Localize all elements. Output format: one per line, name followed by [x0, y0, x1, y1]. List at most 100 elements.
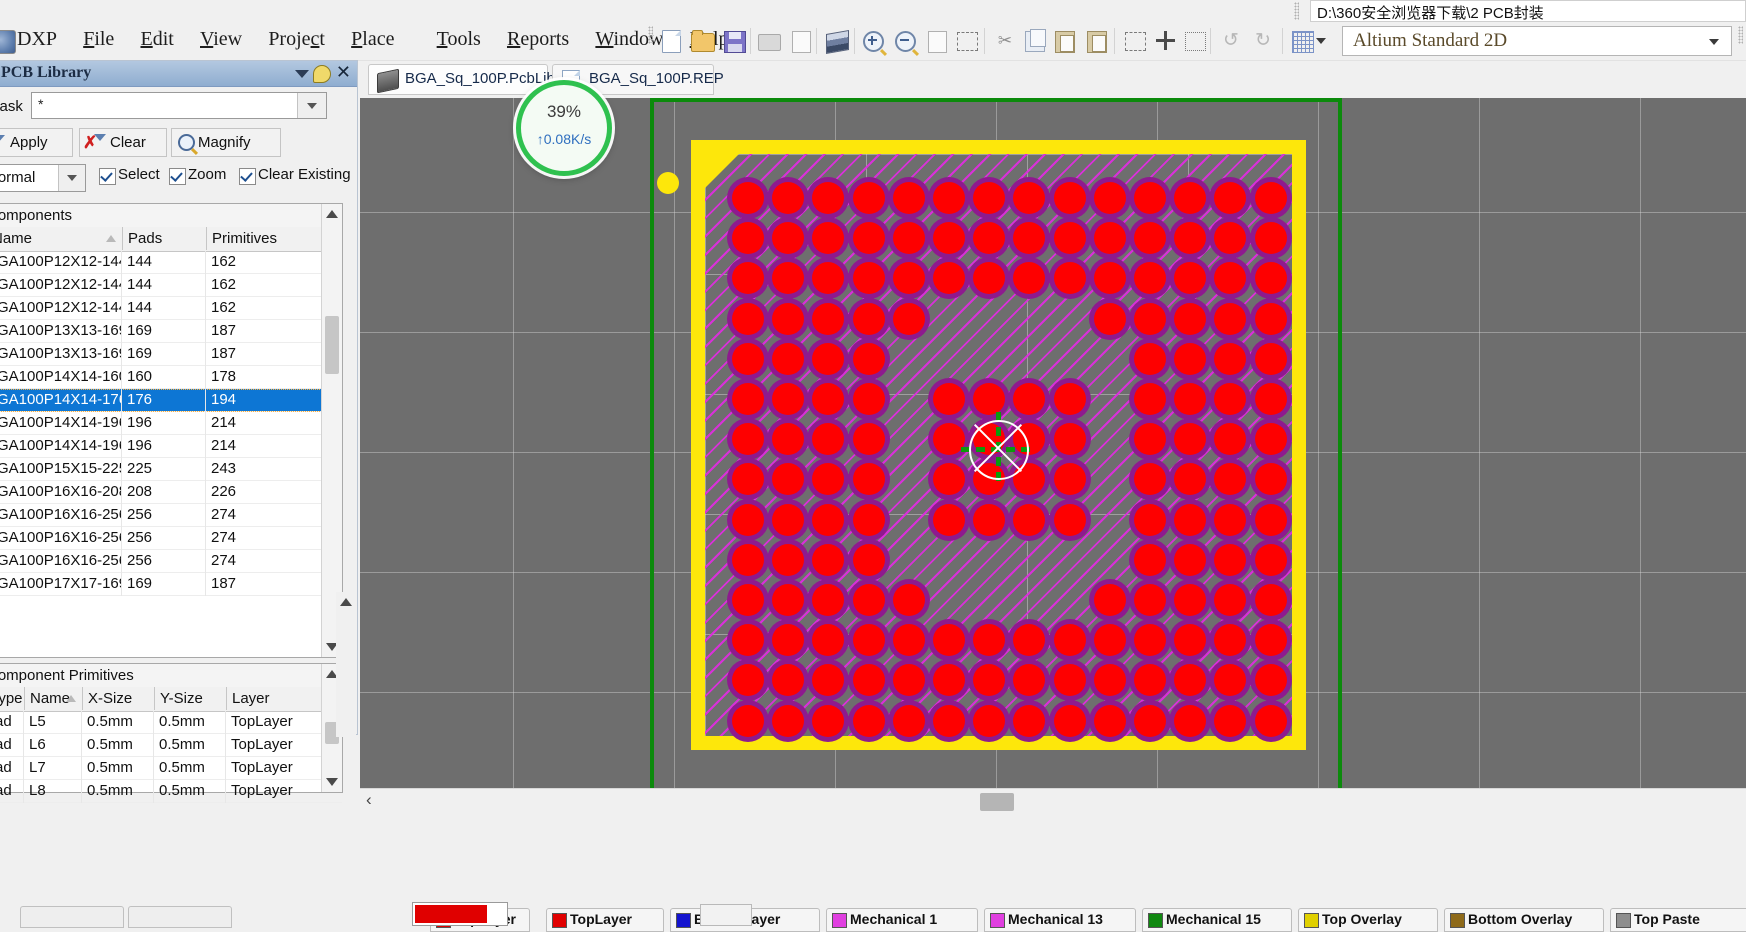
bga-pad[interactable] — [852, 302, 885, 335]
pcb-canvas[interactable] — [360, 98, 1746, 788]
bga-pad[interactable] — [732, 704, 764, 737]
menu-item-project[interactable]: Project — [257, 28, 336, 51]
bga-pad[interactable] — [852, 584, 885, 616]
bga-pad[interactable] — [1053, 664, 1086, 697]
bga-pad[interactable] — [1053, 182, 1086, 214]
menu-item-place[interactable]: Place — [340, 28, 405, 51]
table-row[interactable]: BGA100P12X12-144A 144 162 — [0, 274, 342, 297]
scroll-left-icon[interactable]: ‹ — [366, 790, 372, 810]
bga-pad[interactable] — [1134, 302, 1166, 335]
bga-pad[interactable] — [1254, 262, 1287, 295]
bga-pad[interactable] — [852, 704, 885, 737]
zoom-document-icon[interactable] — [924, 28, 950, 54]
bga-pad[interactable] — [852, 342, 885, 375]
select-mode-combo[interactable]: Normal — [0, 164, 86, 192]
cut-icon[interactable]: ✂ — [992, 28, 1018, 54]
bga-pad[interactable] — [1254, 302, 1287, 335]
layer-tab-top-overlay[interactable]: Top Overlay — [1298, 908, 1438, 932]
table-row[interactable]: BGA100P17X17-169 169 187 — [0, 573, 342, 596]
copy-icon[interactable] — [1022, 28, 1048, 54]
print-icon[interactable] — [756, 28, 782, 54]
bga-pad[interactable] — [933, 624, 965, 657]
grid-dropdown-icon[interactable] — [1314, 28, 1328, 54]
chevron-down-icon[interactable] — [1709, 39, 1719, 45]
bga-pad[interactable] — [772, 182, 805, 214]
paste-icon[interactable] — [1052, 28, 1078, 54]
path-grip-handle[interactable] — [1294, 2, 1299, 20]
bga-pad[interactable] — [732, 624, 764, 657]
bga-pad[interactable] — [852, 182, 885, 214]
bga-pad[interactable] — [1254, 503, 1287, 536]
menu-item-file[interactable]: File — [72, 28, 125, 51]
column-header-layer[interactable]: Layer — [227, 687, 322, 710]
zoom-in-icon[interactable] — [860, 28, 886, 54]
table-row[interactable]: BGA100P14X14-196 196 214 — [0, 412, 342, 435]
bga-pad[interactable] — [1254, 704, 1287, 737]
bga-pad[interactable] — [1254, 222, 1287, 255]
toolbar-grip-2[interactable] — [1738, 26, 1743, 44]
bga-pad[interactable] — [772, 302, 805, 335]
bga-pad[interactable] — [1174, 704, 1207, 737]
bga-pad[interactable] — [772, 503, 805, 536]
mask-dropdown-button[interactable] — [297, 93, 326, 118]
deselect-icon[interactable] — [1182, 28, 1208, 54]
layer-tab-toplayer[interactable]: TopLayer — [546, 908, 664, 932]
bga-pad[interactable] — [812, 543, 845, 576]
column-header-prim-name[interactable]: Name — [25, 687, 83, 710]
clear-button[interactable]: ✗ Clear — [79, 128, 167, 157]
bga-pad[interactable] — [892, 664, 925, 697]
save-icon[interactable] — [722, 28, 748, 54]
menu-item-reports[interactable]: Reports — [496, 28, 580, 51]
zoom-area-icon[interactable] — [954, 28, 980, 54]
bga-pad[interactable] — [892, 302, 925, 335]
bga-pad[interactable] — [973, 704, 1006, 737]
bga-pad[interactable] — [1214, 342, 1247, 375]
bga-pad[interactable] — [812, 503, 845, 536]
toolbar-grip-1[interactable] — [648, 26, 653, 44]
print-preview-icon[interactable] — [788, 28, 814, 54]
bga-pad[interactable] — [732, 543, 764, 576]
bga-pad[interactable] — [1093, 182, 1126, 214]
bga-pad[interactable] — [852, 624, 885, 657]
pin-icon[interactable] — [313, 65, 331, 83]
bga-pad[interactable] — [1053, 624, 1086, 657]
chevron-down-icon[interactable] — [58, 165, 85, 191]
bga-pad[interactable] — [1134, 543, 1166, 576]
bga-pad[interactable] — [933, 182, 965, 214]
bga-pad[interactable] — [772, 342, 805, 375]
column-header-type[interactable]: Type — [0, 687, 25, 710]
bga-pad[interactable] — [1214, 543, 1247, 576]
bga-pad[interactable] — [933, 503, 965, 536]
bga-pad[interactable] — [1134, 584, 1166, 616]
bga-pad[interactable] — [852, 423, 885, 456]
bga-pad[interactable] — [1174, 182, 1207, 214]
bga-pad[interactable] — [1093, 222, 1126, 255]
menu-item-tools[interactable]: Tools — [426, 28, 492, 51]
bga-pad[interactable] — [772, 543, 805, 576]
bga-pad[interactable] — [1254, 182, 1287, 214]
bga-pad[interactable] — [732, 383, 764, 415]
bga-pad[interactable] — [1254, 423, 1287, 456]
bga-pad[interactable] — [732, 503, 764, 536]
table-row[interactable]: Pad L8 0.5mm 0.5mm TopLayer — [0, 780, 342, 803]
bga-pad[interactable] — [732, 342, 764, 375]
components-scrollbar[interactable] — [321, 204, 342, 657]
bga-pad[interactable] — [1053, 383, 1086, 415]
layer-tab-mechanical-1[interactable]: Mechanical 1 — [826, 908, 978, 932]
bga-pad[interactable] — [1254, 342, 1287, 375]
board-layers-icon[interactable] — [824, 28, 850, 55]
bga-pad[interactable] — [892, 262, 925, 295]
scroll-up-icon[interactable] — [326, 210, 338, 218]
bga-pad[interactable] — [1053, 503, 1086, 536]
component-primitives-grid[interactable]: Component Primitives Type Name X-Size Y-… — [0, 663, 343, 803]
bga-pad[interactable] — [772, 704, 805, 737]
panel-tab-2[interactable] — [128, 906, 232, 928]
bga-pad[interactable] — [1134, 704, 1166, 737]
bga-pad[interactable] — [933, 222, 965, 255]
menu-item-view[interactable]: View — [189, 28, 253, 51]
bga-pad[interactable] — [812, 342, 845, 375]
view-config-combo[interactable]: Altium Standard 2D — [1342, 26, 1732, 56]
close-icon[interactable]: ✕ — [336, 62, 351, 83]
bga-pad[interactable] — [852, 503, 885, 536]
table-row[interactable]: Pad L6 0.5mm 0.5mm TopLayer — [0, 734, 342, 757]
